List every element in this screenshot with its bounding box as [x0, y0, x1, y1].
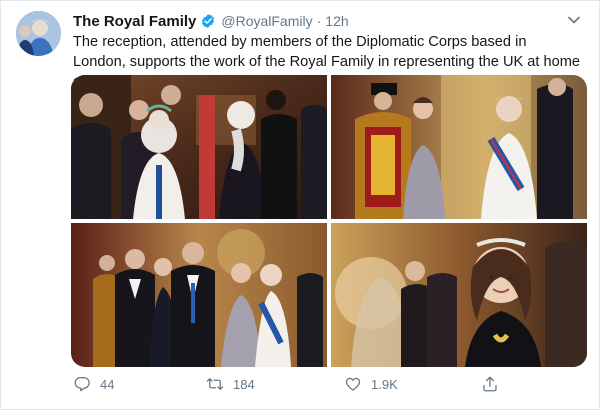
media-grid — [71, 75, 587, 367]
author-handle[interactable]: @RoyalFamily — [221, 13, 312, 29]
photo-duchess-smiling[interactable] — [331, 223, 587, 367]
verified-badge-icon — [202, 14, 215, 28]
reply-count: 44 — [100, 376, 115, 392]
photo-image — [71, 223, 327, 367]
photo-image — [331, 75, 587, 219]
share-button[interactable] — [481, 375, 508, 393]
photo-queen-greeting-guest[interactable] — [71, 75, 327, 219]
action-bar: 44 184 1.9K — [73, 375, 593, 401]
like-button[interactable]: 1.9K — [344, 375, 398, 393]
retweet-button[interactable]: 184 — [206, 375, 255, 393]
retweet-count: 184 — [233, 376, 255, 392]
photo-couple-greeting-guests[interactable] — [71, 223, 327, 367]
separator-dot: · — [316, 13, 322, 29]
heart-icon — [345, 377, 361, 391]
timestamp[interactable]: 12h — [325, 13, 348, 29]
tweet-header: The Royal Family @RoyalFamily · 12h — [73, 11, 349, 31]
photo-image — [331, 223, 587, 367]
photo-image — [71, 75, 327, 219]
share-icon — [483, 376, 497, 392]
reply-icon — [74, 376, 90, 392]
photo-duchess-greeting-guest[interactable] — [331, 75, 587, 219]
reply-button[interactable]: 44 — [73, 375, 114, 393]
retweet-icon — [206, 378, 224, 390]
profile-avatar[interactable] — [16, 11, 61, 56]
tweet-card: The Royal Family @RoyalFamily · 12h The … — [0, 0, 600, 410]
avatar-image — [16, 11, 61, 56]
like-count: 1.9K — [371, 376, 398, 392]
author-name[interactable]: The Royal Family — [73, 13, 196, 30]
chevron-down-icon[interactable] — [567, 13, 581, 27]
